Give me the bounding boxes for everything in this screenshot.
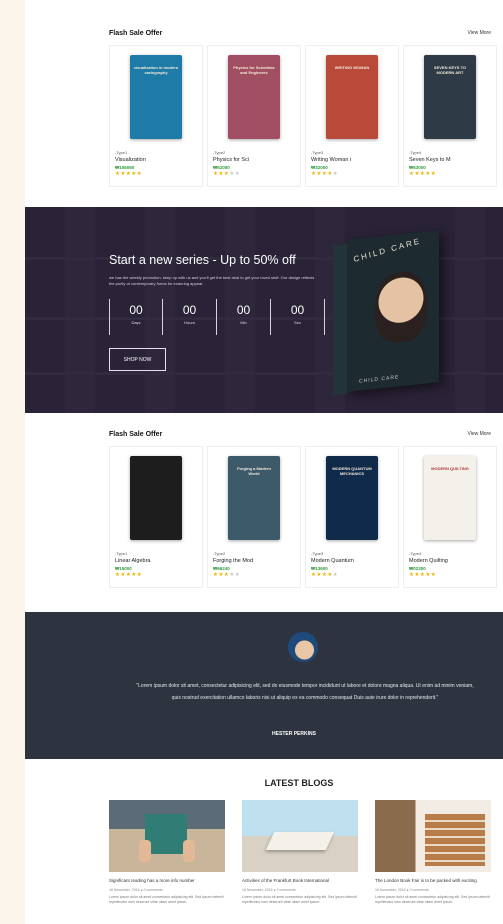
blog-meta: 16 November, 2016 ● 0 comments (375, 888, 429, 892)
blog-card[interactable]: The London Book Fair is to be packed wit… (375, 800, 491, 904)
product-type: -Type3 (311, 551, 324, 556)
star-icon: ★ (430, 572, 437, 578)
product-price: ₩32000 (311, 165, 328, 170)
book-cover[interactable]: Physics for Scientists and Engineers (228, 55, 280, 139)
rating-stars: ★★★★★ (115, 171, 197, 177)
product-type: -Type1 (115, 150, 128, 155)
product-type: -Type3 (311, 150, 324, 155)
featured-book-image: CHILD CARE CHILD CARE (333, 230, 439, 396)
product-row-1: visualization in modern cartography -Type… (109, 45, 501, 187)
book-cover[interactable]: WRITING WOMAN (326, 55, 378, 139)
product-type: -Type2 (213, 551, 226, 556)
view-more-link[interactable]: View More (467, 431, 491, 437)
page: Flash Sale Offer View More visualization… (25, 0, 503, 924)
product-price: ₩52000 (213, 165, 230, 170)
blog-title[interactable]: The London Book Fair is to be packed wit… (375, 878, 491, 884)
blog-image[interactable] (109, 800, 225, 872)
blog-image[interactable] (242, 800, 358, 872)
blog-excerpt: Lorem ipsum dolor sit amet consectetur a… (109, 895, 224, 904)
product-price: ₩66240 (213, 566, 230, 571)
star-icon: ★ (136, 171, 143, 177)
book-cover[interactable]: SEVEN KEYS TO MODERN ART (424, 55, 476, 139)
flash-sale-header-2: Flash Sale Offer View More (109, 428, 491, 440)
book-cover[interactable]: visualization in modern cartography (130, 55, 182, 139)
testimonial-section: "Lorem ipsum dolor sit amet, consectetur… (25, 612, 503, 759)
product-name[interactable]: Linear Algebra (115, 558, 197, 564)
countdown-days: 00 Days (109, 299, 163, 335)
flash-sale-title: Flash Sale Offer (109, 29, 163, 37)
blog-meta: 16 November, 2016 ● 0 comments (242, 888, 296, 892)
product-type: -Type1 (115, 551, 128, 556)
product-name[interactable]: Forging the Mod (213, 558, 295, 564)
blog-title[interactable]: Activities of the Frankfurt Book Interna… (242, 878, 358, 884)
product-name[interactable]: Physics for Sci (213, 157, 295, 163)
testimonial-author: HESTER PERKINS (272, 731, 316, 737)
avatar (288, 632, 318, 662)
product-price: ₩02300 (409, 566, 426, 571)
blog-card[interactable]: Activities of the Frankfurt Book Interna… (242, 800, 358, 904)
countdown-seconds: 00 Sec (271, 299, 325, 335)
countdown-timer: 00 Days 00 Hours 00 Min 00 Sec (109, 299, 325, 335)
product-type: -Type4 (409, 551, 422, 556)
book-cover[interactable]: MODERN QUANTUM MECHANICS (326, 456, 378, 540)
countdown-hours: 00 Hours (163, 299, 217, 335)
countdown-minutes: 00 Min (217, 299, 271, 335)
product-card[interactable]: MODERN QUANTUM MECHANICS -Type3 Modern Qua… (305, 446, 399, 588)
product-card[interactable]: SEVEN KEYS TO MODERN ART -Type4 Seven Keys… (403, 45, 497, 187)
product-card[interactable]: WRITING WOMAN -Type3 Writing Woman i ₩32000… (305, 45, 399, 187)
flash-sale-title: Flash Sale Offer (109, 430, 163, 438)
product-card[interactable]: visualization in modern cartography -Type… (109, 45, 203, 187)
testimonial-quote: "Lorem ipsum dolor sit amet, consectetur… (136, 683, 474, 701)
blog-card[interactable]: Significant reading has a more info numb… (109, 800, 225, 904)
rating-stars: ★★★★★ (115, 572, 197, 578)
blog-list: Significant reading has a more info numb… (109, 800, 501, 904)
product-row-2: -Type1 Linear Algebra ₩15000 ★★★★★ Forging a… (109, 446, 501, 588)
star-icon: ★ (332, 171, 339, 177)
view-more-link[interactable]: View More (467, 30, 491, 36)
product-price: ₩13600 (311, 566, 328, 571)
promo-description: we has the weekly promotion. keep up wit… (109, 275, 315, 286)
product-price: ₩15000 (115, 566, 132, 571)
product-name[interactable]: Modern Quilting (409, 558, 491, 564)
star-icon: ★ (136, 572, 143, 578)
star-icon: ★ (234, 572, 241, 578)
product-type: -Type2 (213, 150, 226, 155)
book-cover[interactable]: Forging a Modern World (228, 456, 280, 540)
star-icon: ★ (332, 572, 339, 578)
rating-stars: ★★★★★ (409, 572, 491, 578)
product-price: ₩53000 (409, 165, 426, 170)
blog-meta: 16 November, 2016 ● 0 comments (109, 888, 163, 892)
blogs-title: LATEST BLOGS (264, 778, 334, 788)
promo-title: Start a new series - Up to 50% off (109, 253, 296, 267)
rating-stars: ★★★★★ (213, 572, 295, 578)
promo-banner: Start a new series - Up to 50% off we ha… (25, 207, 503, 413)
product-type: -Type4 (409, 150, 422, 155)
product-price: ₩156060 (115, 165, 135, 170)
shop-now-button[interactable]: SHOP NOW (109, 348, 166, 371)
product-card[interactable]: -Type1 Linear Algebra ₩15000 ★★★★★ (109, 446, 203, 588)
blog-excerpt: Lorem ipsum dolor sit amet consectetur a… (242, 895, 357, 904)
star-icon: ★ (234, 171, 241, 177)
product-card[interactable]: Physics for Scientists and Engineers -Typ… (207, 45, 301, 187)
blog-image[interactable] (375, 800, 491, 872)
book-cover[interactable] (130, 456, 182, 540)
rating-stars: ★★★★★ (409, 171, 491, 177)
product-name[interactable]: Modern Quantum (311, 558, 393, 564)
rating-stars: ★★★★★ (311, 572, 393, 578)
rating-stars: ★★★★★ (213, 171, 295, 177)
product-name[interactable]: Visualization (115, 157, 197, 163)
rating-stars: ★★★★★ (311, 171, 393, 177)
product-name[interactable]: Writing Woman i (311, 157, 393, 163)
blog-excerpt: Lorem ipsum dolor sit amet consectetur a… (375, 895, 490, 904)
book-cover[interactable]: MODERN QUILTING (424, 456, 476, 540)
flash-sale-header-1: Flash Sale Offer View More (109, 27, 491, 39)
product-name[interactable]: Seven Keys to M (409, 157, 491, 163)
product-card[interactable]: MODERN QUILTING -Type4 Modern Quilting ₩023… (403, 446, 497, 588)
product-card[interactable]: Forging a Modern World -Type2 Forging the … (207, 446, 301, 588)
blog-title[interactable]: Significant reading has a more info numb… (109, 878, 225, 884)
star-icon: ★ (430, 171, 437, 177)
